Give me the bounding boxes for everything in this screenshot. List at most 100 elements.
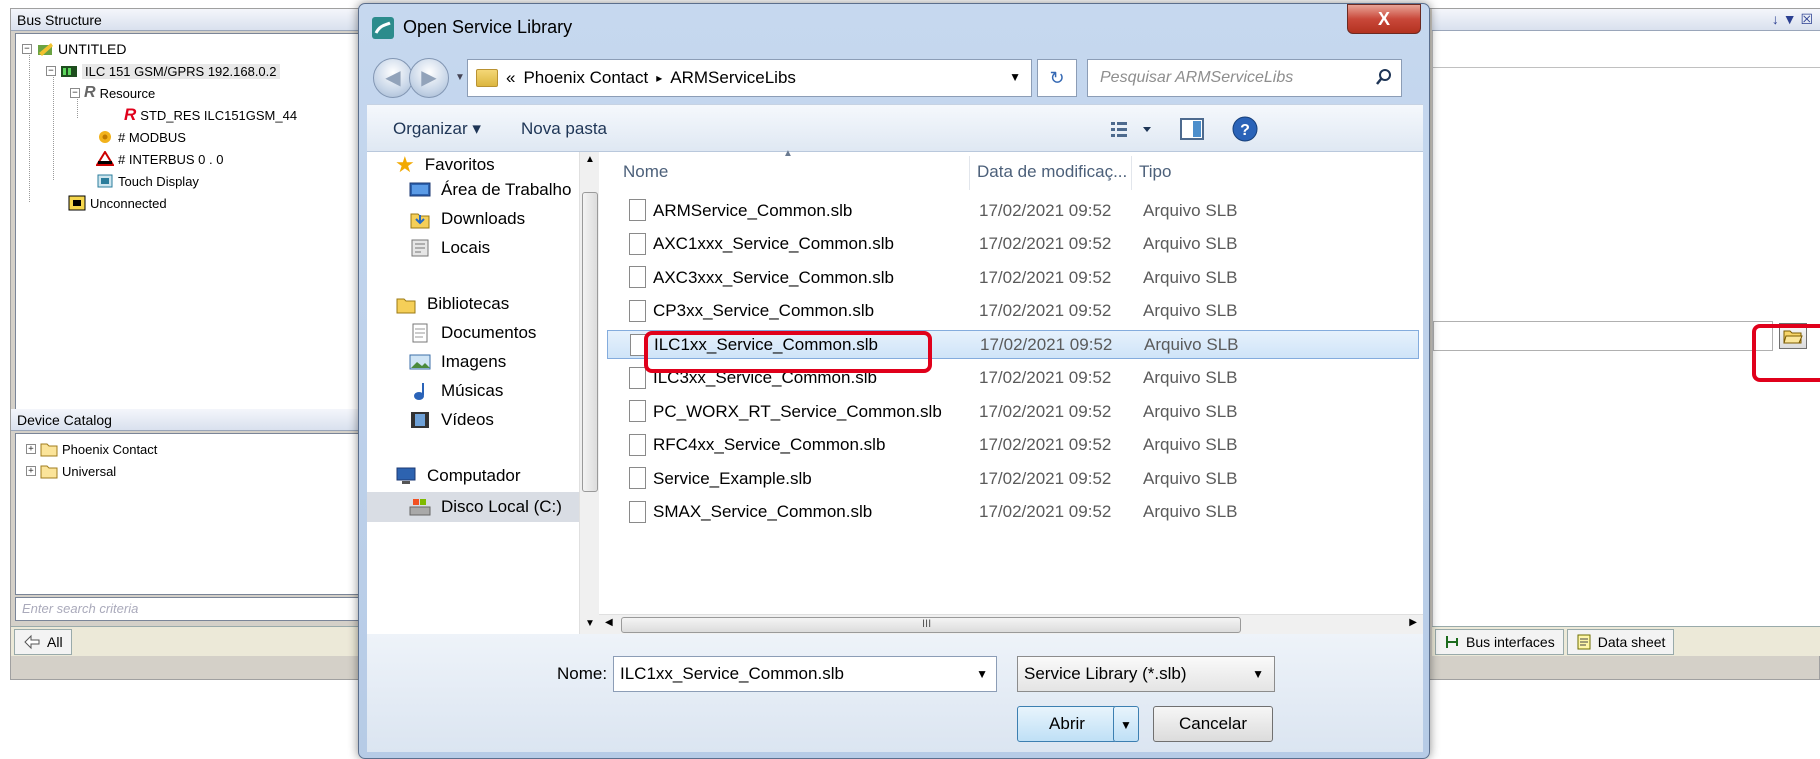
file-list: ▲ Nome Data de modificaç... Tipo ARMServ… [599,148,1423,634]
nav-locais[interactable]: Locais [409,238,490,258]
expand-icon[interactable]: + [26,444,36,454]
tree-node-modbus[interactable]: # MODBUS [96,126,186,148]
tree-node-resource[interactable]: − R Resource [70,82,155,104]
bus-structure-title-text: Bus Structure [17,12,102,28]
file-list-hscrollbar[interactable]: ◀ III ▶ [599,614,1423,634]
file-date: 17/02/2021 09:52 [979,468,1112,488]
scroll-right-icon[interactable]: ▶ [1409,617,1417,628]
folder-icon [40,465,58,479]
file-row[interactable]: AXC3xxx_Service_Common.slb 17/02/2021 09:… [607,263,1419,292]
catalog-item-phoenix[interactable]: + Phoenix Contact [26,438,157,460]
open-service-library-dialog: Open Service Library X ◀ ▶ ▼ « Phoenix C… [358,3,1430,759]
history-dropdown-icon[interactable]: ▼ [455,72,465,83]
nav-images[interactable]: Imagens [409,352,506,372]
back-button[interactable]: ◀ [373,58,413,98]
nav-label: Computador [427,466,521,485]
filename-label: Nome: [557,664,608,683]
tab-all[interactable]: All [14,628,72,655]
collapse-icon[interactable]: − [70,88,80,98]
tab-bus-interfaces[interactable]: Bus interfaces [1435,628,1564,655]
expand-icon[interactable]: + [26,466,36,476]
file-name: AXC3xxx_Service_Common.slb [653,267,894,287]
app-icon [372,17,394,39]
nav-libraries[interactable]: Bibliotecas [395,294,509,314]
scroll-thumb[interactable] [582,192,598,492]
file-row[interactable]: PC_WORX_RT_Service_Common.slb 17/02/2021 … [607,397,1419,426]
nav-downloads[interactable]: Downloads [409,209,525,229]
breadcrumb-armservicelibs[interactable]: ARMServiceLibs [670,68,796,88]
cancel-button[interactable]: Cancelar [1153,706,1273,742]
search-icon[interactable] [1375,68,1393,86]
open-button[interactable]: Abrir [1017,706,1117,742]
tree-label: ILC 151 GSM/GPRS 192.168.0.2 [82,63,280,79]
new-folder-button[interactable]: Nova pasta [521,119,607,139]
tree-node-interbus[interactable]: # INTERBUS 0 . 0 [96,148,223,170]
dialog-title: Open Service Library [403,17,573,37]
nav-local-disk[interactable]: Disco Local (C:) [367,492,579,522]
data-sheet-icon [1577,634,1591,649]
file-icon [629,366,646,389]
catalog-label: Phoenix Contact [62,441,158,457]
organize-button[interactable]: Organizar ▾ [393,119,481,139]
column-date[interactable]: Data de modificaç... [977,162,1127,182]
address-dropdown-icon[interactable]: ▼ [1009,70,1021,84]
collapse-icon[interactable]: − [46,66,56,76]
cancel-button-label: Cancelar [1178,714,1248,733]
hscroll-thumb[interactable]: III [621,617,1241,633]
column-type[interactable]: Tipo [1139,162,1171,182]
file-row[interactable]: CP3xx_Service_Common.slb 17/02/2021 09:52… [607,297,1419,326]
library-path-field[interactable] [1433,321,1773,351]
scroll-left-icon[interactable]: ◀ [605,617,613,628]
search-input[interactable]: Pesquisar ARMServiceLibs [1087,59,1402,97]
tree-node-std-res[interactable]: R STD_RES ILC151GSM_44 [124,104,297,126]
tree-node-unconnected[interactable]: Unconnected [68,192,167,214]
nav-videos[interactable]: Vídeos [409,410,494,430]
file-row[interactable]: AXC1xxx_Service_Common.slb 17/02/2021 09:… [607,230,1419,259]
breadcrumb-overflow[interactable]: « [506,68,515,88]
catalog-search-input[interactable]: Enter search criteria [15,597,361,621]
filename-dropdown-icon[interactable]: ▼ [976,657,988,691]
tree-node-untitled[interactable]: − UNTITLED [22,38,126,60]
scroll-up-icon[interactable]: ▲ [585,154,595,165]
tree-node-touch-display[interactable]: Touch Display [96,170,199,192]
file-type: Arquivo SLB [1143,200,1238,220]
file-row[interactable]: SMAX_Service_Common.slb 17/02/2021 09:52 A… [607,498,1419,527]
desktop-icon [409,182,431,197]
right-panel-titlebar: ↓ ▼ ☒ [1432,9,1820,31]
nav-computer[interactable]: Computador [395,466,521,486]
open-split-dropdown[interactable]: ▼ [1113,706,1139,742]
file-type: Arquivo SLB [1143,301,1238,320]
file-row[interactable]: ARMService_Common.slb 17/02/2021 09:52 Arq… [607,196,1419,225]
file-icon [629,266,646,288]
address-bar[interactable]: « Phoenix Contact ▸ ARMServiceLibs ▼ [467,59,1032,97]
view-options-icon[interactable] [1109,119,1155,139]
catalog-item-universal[interactable]: + Universal [26,460,116,482]
column-name[interactable]: Nome [623,162,668,182]
file-date: 17/02/2021 09:52 [979,502,1112,521]
preview-pane-icon[interactable] [1179,117,1205,141]
breadcrumb-phoenix-contact[interactable]: Phoenix Contact [523,68,648,88]
filename-input[interactable]: ILC1xx_Service_Common.slb ▼ [613,656,997,692]
breadcrumb-separator-icon[interactable]: ▸ [656,71,662,85]
nav-documents[interactable]: Documentos [409,323,536,343]
tree-node-ilc151[interactable]: − ILC 151 GSM/GPRS 192.168.0.2 [46,60,280,82]
libraries-icon [396,298,416,314]
file-row[interactable]: RFC4xx_Service_Common.slb 17/02/2021 09:5… [607,431,1419,460]
nav-label: Vídeos [441,410,494,429]
close-button[interactable]: X [1347,4,1421,34]
nav-music[interactable]: Músicas [409,381,503,401]
forward-button[interactable]: ▶ [409,58,449,98]
nav-favorites[interactable]: ★ Favoritos [395,152,495,178]
nav-scrollbar[interactable]: ▲ ▼ [579,152,599,634]
scroll-down-icon[interactable]: ▼ [585,618,595,629]
file-type-select[interactable]: Service Library (*.slb) ▼ [1017,656,1275,692]
nav-desktop[interactable]: Área de Trabalho [409,180,571,200]
window-controls-icon[interactable]: ↓ ▼ ☒ [1772,11,1813,28]
resource-icon: R [84,84,96,101]
tab-data-sheet[interactable]: Data sheet [1566,628,1675,655]
collapse-icon[interactable]: − [22,44,32,54]
file-row[interactable]: Service_Example.slb 17/02/2021 09:52 Arqui… [607,464,1419,493]
videos-icon [411,412,429,428]
help-icon[interactable]: ? [1231,115,1259,143]
refresh-button[interactable]: ↻ [1037,59,1077,97]
